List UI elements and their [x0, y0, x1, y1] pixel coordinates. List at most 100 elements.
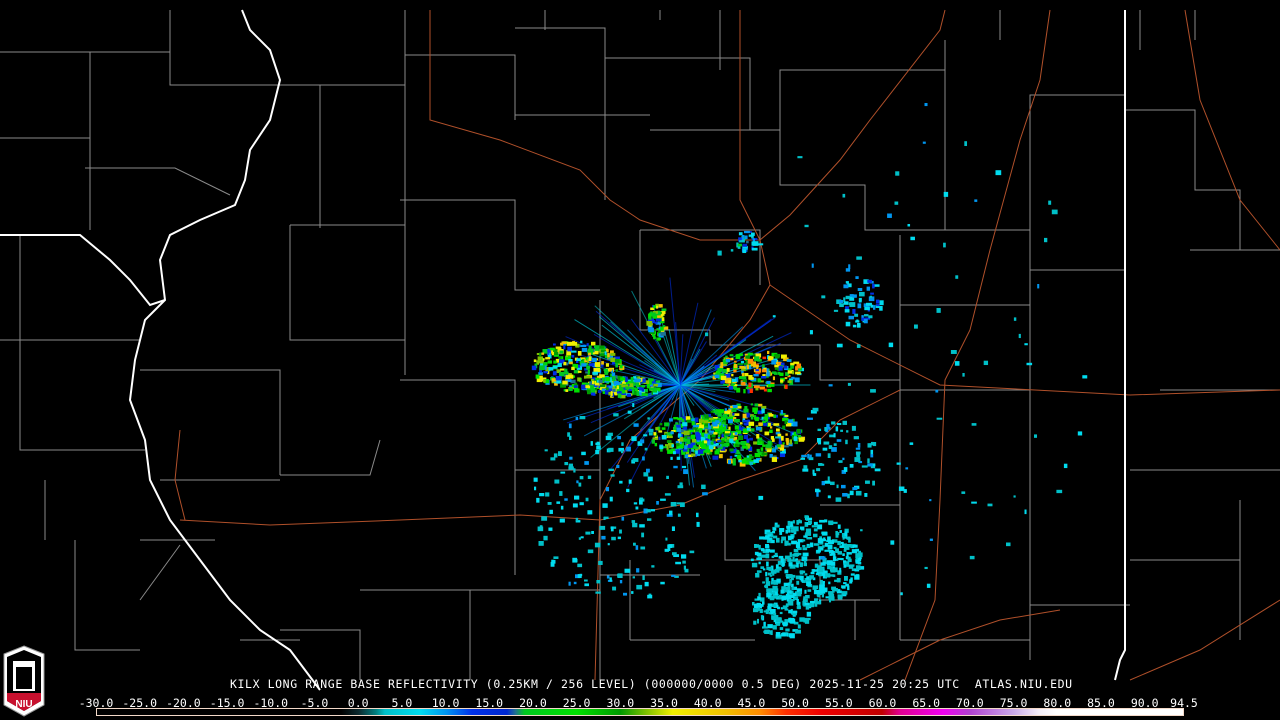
echo-cell: [753, 459, 759, 463]
echo-cell: [969, 555, 975, 560]
echo-cell: [876, 304, 880, 307]
echo-cell: [851, 425, 856, 431]
echo-cell: [696, 453, 701, 456]
echo-cell: [595, 377, 598, 380]
echo-cell: [701, 444, 707, 450]
echo-cell: [732, 404, 738, 409]
niu-logo: NIU: [3, 645, 45, 717]
echo-cell: [547, 360, 552, 364]
echo-cell: [754, 417, 759, 422]
echo-cell: [852, 487, 858, 491]
echo-cell: [787, 520, 791, 526]
echo-cell: [670, 456, 673, 460]
echo-cell: [794, 552, 800, 557]
echo-cell: [751, 232, 755, 236]
echo-cell: [841, 591, 848, 595]
echo-cell: [846, 430, 849, 433]
echo-cell: [792, 371, 795, 375]
echo-cell: [782, 605, 788, 610]
echo-cell: [717, 434, 721, 437]
echo-cell: [867, 463, 873, 467]
echo-cell: [780, 410, 784, 415]
echo-cell: [631, 591, 634, 594]
echo-cell: [560, 342, 564, 346]
echo-cell: [767, 589, 770, 593]
echo-cell: [797, 624, 801, 629]
echo-cell: [762, 444, 766, 447]
echo-cell: [686, 439, 691, 445]
echo-cell: [739, 365, 745, 369]
echo-cell: [602, 503, 608, 508]
echo-cell: [617, 393, 622, 398]
echo-cell: [780, 589, 784, 594]
echo-cell: [866, 286, 870, 291]
echo-cell: [837, 423, 842, 426]
echo-cell: [606, 575, 610, 579]
echo-cell: [617, 436, 621, 440]
echo-cell: [675, 449, 680, 454]
echo-cell: [779, 530, 783, 535]
echo-cell: [579, 476, 584, 480]
echo-cell: [874, 468, 881, 472]
echo-cell: [747, 352, 753, 356]
echo-cell: [741, 376, 747, 380]
echo-cell: [767, 388, 772, 393]
echo-cell: [817, 428, 822, 432]
echo-cell: [579, 502, 584, 506]
echo-cell: [587, 475, 592, 479]
echo-cell: [535, 374, 540, 379]
echo-cell: [791, 540, 798, 545]
echo-cell: [730, 435, 735, 439]
echo-cell: [830, 481, 835, 486]
echo-cell: [569, 361, 573, 365]
echo-cell: [792, 421, 798, 427]
echo-cell: [615, 362, 619, 368]
echo-cell: [560, 471, 566, 474]
echo-cell: [695, 429, 700, 432]
echo-cell: [857, 561, 862, 565]
echo-cell: [719, 365, 724, 369]
echo-cell: [765, 548, 771, 552]
echo-cell: [600, 384, 606, 388]
echo-cell: [586, 382, 589, 386]
echo-cell: [758, 495, 764, 500]
echo-cell: [764, 629, 770, 632]
echo-cell: [835, 531, 838, 536]
echo-cell: [796, 428, 801, 434]
echo-cell: [564, 462, 569, 466]
echo-cell: [835, 548, 839, 553]
echo-cell: [653, 383, 659, 387]
echo-cell: [834, 579, 838, 582]
echo-cell: [872, 442, 877, 447]
echo-cell: [821, 531, 828, 536]
echo-cell: [763, 422, 768, 427]
echo-cell: [576, 358, 581, 362]
echo-cell: [588, 356, 592, 362]
echo-cell: [773, 423, 780, 426]
echo-cell: [793, 592, 797, 597]
echo-cell: [539, 352, 542, 357]
echo-cell: [779, 447, 784, 451]
echo-cell: [581, 363, 587, 367]
echo-cell: [598, 560, 603, 565]
echo-cell: [761, 376, 767, 379]
echo-cell: [605, 435, 612, 441]
echo-cell: [840, 558, 844, 561]
echo-cell: [813, 589, 820, 595]
echo-cell: [664, 422, 670, 427]
echo-cell: [635, 506, 639, 510]
echo-cell: [751, 562, 758, 568]
echo-cell: [636, 382, 640, 387]
echo-cell: [661, 314, 664, 317]
echo-cell: [802, 468, 809, 472]
echo-cell: [610, 352, 616, 356]
echo-cell: [808, 520, 812, 525]
echo-cell: [658, 436, 661, 441]
echo-cell: [766, 540, 772, 543]
echo-cell: [760, 447, 764, 451]
echo-cell: [752, 407, 758, 413]
echo-cell: [814, 563, 819, 568]
echo-cell: [669, 418, 673, 422]
echo-cell: [681, 418, 685, 423]
echo-cell: [837, 540, 841, 546]
